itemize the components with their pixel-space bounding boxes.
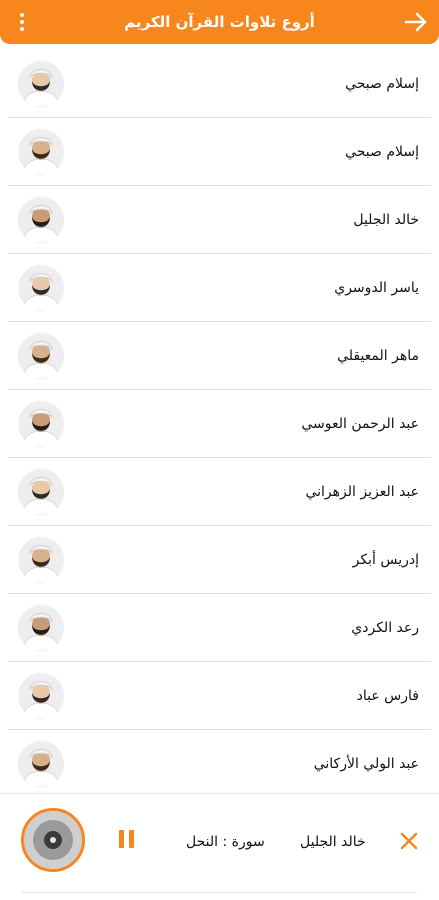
reciter-row[interactable]: ياسر الدوسري xyxy=(8,254,431,322)
pause-button[interactable] xyxy=(115,830,137,852)
reciter-avatar xyxy=(18,264,64,311)
reciter-row[interactable]: عبد العزيز الزهراني xyxy=(8,458,431,526)
reciter-avatar xyxy=(18,740,64,787)
reciter-row[interactable]: عبد الولي الأركاني xyxy=(8,730,431,798)
reciter-row[interactable]: إدريس أبكر xyxy=(8,526,431,594)
reciter-row[interactable]: ماهر المعيقلي xyxy=(8,322,431,390)
reciter-avatar xyxy=(18,672,64,719)
now-playing-artwork[interactable] xyxy=(21,808,85,872)
reciter-row[interactable]: خالد الجليل xyxy=(8,186,431,254)
reciter-avatar xyxy=(18,536,64,583)
reciter-name: ماهر المعيقلي xyxy=(337,347,419,364)
divider xyxy=(22,892,417,893)
reciter-name: ياسر الدوسري xyxy=(334,279,419,296)
reciter-name: إسلام صبحي xyxy=(345,143,419,160)
reciter-name: إدريس أبكر xyxy=(352,551,419,568)
reciter-avatar xyxy=(18,400,64,447)
reciter-row[interactable]: فارس عباد xyxy=(8,662,431,730)
reciter-name: خالد الجليل xyxy=(353,211,419,228)
reciter-avatar xyxy=(18,128,64,175)
reciter-avatar xyxy=(18,60,64,107)
reciter-name: فارس عباد xyxy=(356,687,419,704)
close-icon[interactable] xyxy=(397,829,421,853)
arrow-right-icon[interactable] xyxy=(401,7,431,37)
reciter-row[interactable]: عبد الرحمن العوسي xyxy=(8,390,431,458)
reciter-list: إسلام صبحي إسلام صبحي خالد الجليل ياسر الدو… xyxy=(8,50,431,798)
reciter-avatar xyxy=(18,332,64,379)
reciter-name: رعد الكردي xyxy=(351,619,419,636)
reciter-avatar xyxy=(18,196,64,243)
reciter-name: عبد العزيز الزهراني xyxy=(305,483,419,500)
reciter-row[interactable]: إسلام صبحي xyxy=(8,50,431,118)
reciter-name: عبد الولي الأركاني xyxy=(313,755,419,772)
reciter-avatar xyxy=(18,468,64,515)
reciter-avatar xyxy=(18,604,64,651)
reciter-row[interactable]: رعد الكردي xyxy=(8,594,431,662)
now-playing-reciter: خالد الجليل xyxy=(300,834,366,850)
mini-player: سورة : النحل خالد الجليل xyxy=(0,793,439,900)
reciter-row[interactable]: إسلام صبحي xyxy=(8,118,431,186)
reciter-name: عبد الرحمن العوسي xyxy=(301,415,419,432)
more-vertical-icon[interactable] xyxy=(8,8,36,36)
page-title: أروع تلاوات القرآن الكريم xyxy=(124,13,315,31)
reciter-name: إسلام صبحي xyxy=(345,75,419,92)
now-playing-surah: سورة : النحل xyxy=(186,834,265,850)
app-bar: أروع تلاوات القرآن الكريم xyxy=(0,0,439,44)
